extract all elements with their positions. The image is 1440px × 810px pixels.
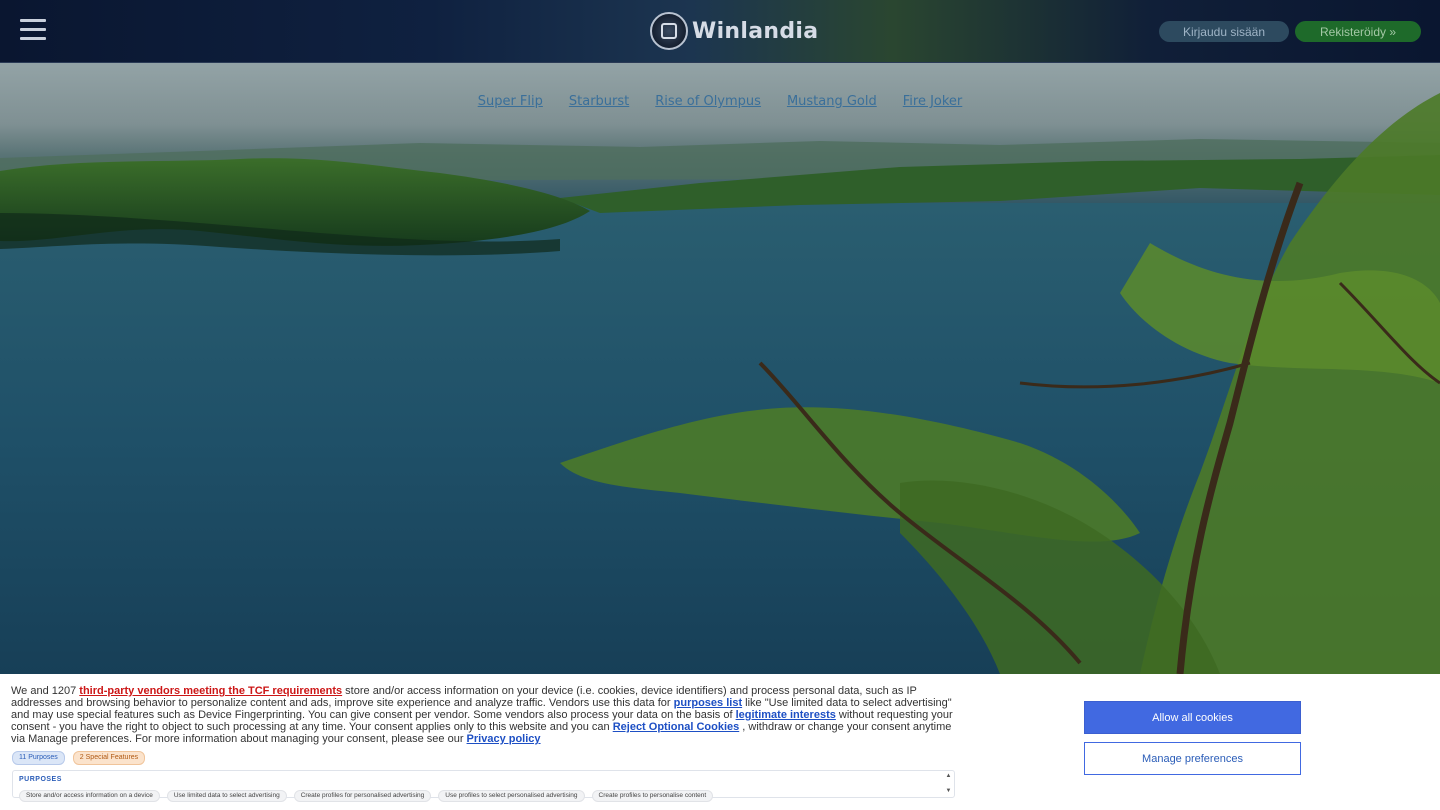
purpose-items: Store and/or access information on a dev… bbox=[19, 790, 714, 802]
game-link-super-flip[interactable]: Super Flip bbox=[478, 94, 543, 109]
purpose-item: Store and/or access information on a dev… bbox=[19, 790, 160, 802]
scroll-down-icon[interactable]: ▼ bbox=[945, 788, 952, 795]
cookie-consent-text: We and 1207 third-party vendors meeting … bbox=[11, 685, 956, 745]
cookie-consent-banner: We and 1207 third-party vendors meeting … bbox=[0, 674, 1440, 810]
lake-landscape-illustration bbox=[0, 93, 1440, 674]
reject-optional-cookies-link[interactable]: Reject Optional Cookies bbox=[613, 721, 740, 733]
purpose-item: Create profiles to personalise content bbox=[591, 790, 714, 802]
game-link-mustang-gold[interactable]: Mustang Gold bbox=[787, 94, 877, 109]
purposes-heading: PURPOSES bbox=[19, 776, 62, 783]
site-logo[interactable]: Winlandia bbox=[650, 11, 818, 51]
purpose-item: Use limited data to select advertising bbox=[166, 790, 287, 802]
purpose-item: Use profiles to select personalised adve… bbox=[438, 790, 585, 802]
game-link-rise-of-olympus[interactable]: Rise of Olympus bbox=[655, 94, 761, 109]
purposes-list-link[interactable]: purposes list bbox=[674, 697, 742, 709]
hero-lake-image: Super Flip Starburst Rise of Olympus Mus… bbox=[0, 63, 1440, 674]
game-links-nav: Super Flip Starburst Rise of Olympus Mus… bbox=[0, 94, 1440, 109]
privacy-policy-link[interactable]: Privacy policy bbox=[467, 733, 541, 745]
site-header: Winlandia Kirjaudu sisään Rekisteröidy » bbox=[0, 0, 1440, 63]
hamburger-menu-icon[interactable] bbox=[20, 19, 46, 41]
vendors-link[interactable]: third-party vendors meeting the TCF requ… bbox=[79, 685, 342, 697]
winlandia-logo-icon bbox=[650, 12, 688, 50]
allow-all-cookies-button[interactable]: Allow all cookies bbox=[1084, 701, 1301, 734]
manage-preferences-button[interactable]: Manage preferences bbox=[1084, 742, 1301, 775]
special-features-chip[interactable]: 2 Special Features bbox=[72, 751, 146, 765]
cookie-text-part: We and 1207 bbox=[11, 685, 80, 697]
purposes-scrollbar[interactable]: ▲ ▼ bbox=[945, 773, 952, 795]
game-link-starburst[interactable]: Starburst bbox=[569, 94, 629, 109]
legitimate-interests-link[interactable]: legitimate interests bbox=[736, 709, 836, 721]
register-button[interactable]: Rekisteröidy » bbox=[1295, 21, 1421, 42]
purpose-item: Create profiles for personalised adverti… bbox=[293, 790, 432, 802]
scroll-up-icon[interactable]: ▲ bbox=[945, 773, 952, 780]
purposes-count-chip[interactable]: 11 Purposes bbox=[12, 751, 65, 765]
logo-text: Winlandia bbox=[692, 18, 819, 44]
purposes-list-box[interactable]: PURPOSES Store and/or access information… bbox=[12, 770, 955, 802]
consent-chips: 11 Purposes 2 Special Features bbox=[12, 751, 146, 765]
login-button[interactable]: Kirjaudu sisään bbox=[1159, 21, 1289, 42]
game-link-fire-joker[interactable]: Fire Joker bbox=[903, 94, 963, 109]
